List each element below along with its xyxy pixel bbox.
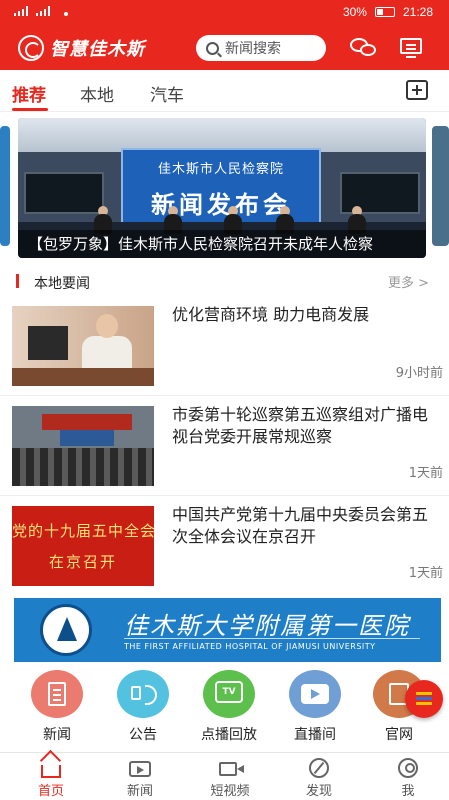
news-time: 1天前 bbox=[408, 566, 443, 581]
more-link[interactable]: 更多 > bbox=[388, 272, 429, 291]
news-title: 市委第十轮巡察第五巡察组对广播电视台党委开展常规巡察 bbox=[172, 405, 429, 446]
tv-icon: TV bbox=[203, 670, 255, 718]
quick-link-label: 公告 bbox=[129, 727, 157, 743]
featured-carousel[interactable]: 佳木斯市人民检察院 新闻发布会 【包罗万象】佳木斯市人民检察院召开未成年人检察 bbox=[18, 118, 426, 258]
tv-icon bbox=[127, 757, 153, 779]
carousel-banner-line1: 佳木斯市人民检察院 bbox=[157, 162, 284, 177]
news-thumbnail: 党的十九届五中全会 在京召开 bbox=[12, 506, 154, 586]
quick-link-label: 新闻 bbox=[43, 727, 71, 743]
signal-indicators bbox=[14, 6, 74, 16]
document-icon bbox=[31, 670, 83, 718]
logo-text: 智慧佳木斯 bbox=[50, 39, 145, 60]
hospital-logo-icon bbox=[40, 604, 92, 656]
quick-link-label: 点播回放 bbox=[201, 727, 257, 743]
nav-label: 短视频 bbox=[210, 784, 250, 799]
logo-mark-icon bbox=[18, 35, 44, 61]
search-placeholder: 新闻搜索 bbox=[225, 41, 281, 57]
news-time: 1天前 bbox=[408, 466, 443, 481]
bottom-navigation: 首页 新闻 短视频 发现 我 bbox=[0, 752, 449, 800]
nav-label: 我 bbox=[401, 784, 415, 799]
nav-home[interactable]: 首页 bbox=[16, 757, 86, 799]
chat-icon[interactable] bbox=[350, 36, 378, 60]
active-tab-indicator bbox=[12, 108, 48, 111]
nav-discover[interactable]: 发现 bbox=[284, 757, 354, 799]
carousel-caption: 【包罗万象】佳木斯市人民检察院召开未成年人检察 bbox=[18, 230, 426, 258]
news-item[interactable]: 优化营商环境 助力电商发展 9小时前 bbox=[0, 298, 449, 396]
video-icon bbox=[217, 757, 244, 779]
news-title: 优化营商环境 助力电商发展 bbox=[172, 305, 370, 324]
camera-icon bbox=[289, 670, 341, 718]
news-time: 9小时前 bbox=[395, 366, 443, 381]
search-box[interactable]: 新闻搜索 bbox=[196, 35, 326, 61]
thumbnail-text-line2: 在京召开 bbox=[48, 553, 117, 571]
news-title: 中国共产党第十九届中央委员会第五次全体会议在京召开 bbox=[172, 505, 429, 546]
add-channel-icon[interactable] bbox=[406, 80, 428, 100]
news-item[interactable]: 党的十九届五中全会 在京召开 中国共产党第十九届中央委员会第五次全体会议在京召开… bbox=[0, 498, 449, 596]
home-icon bbox=[38, 757, 64, 779]
quick-link-label: 官网 bbox=[385, 727, 413, 743]
signal-icon bbox=[36, 6, 52, 16]
hospital-ad-banner[interactable]: 佳木斯大学附属第一医院 THE FIRST AFFILIATED HOSPITA… bbox=[14, 598, 441, 662]
speaker-icon bbox=[117, 670, 169, 718]
tab-auto[interactable]: 汽车 bbox=[150, 81, 184, 106]
battery-percent: 30% bbox=[342, 5, 367, 19]
tab-local[interactable]: 本地 bbox=[80, 81, 114, 106]
screen-icon[interactable] bbox=[398, 36, 426, 60]
quick-link-live[interactable]: 直播间 bbox=[280, 670, 350, 744]
clock: 21:28 bbox=[402, 5, 433, 19]
local-news-header: 本地要闻 更多 > bbox=[0, 268, 449, 294]
news-thumbnail bbox=[12, 406, 154, 486]
app-header: 智慧佳木斯 新闻搜索 bbox=[0, 26, 449, 70]
section-accent-bar bbox=[16, 274, 19, 288]
carousel-prev-slide[interactable] bbox=[0, 126, 10, 246]
channel-tabs: 推荐 本地 汽车 bbox=[0, 70, 449, 112]
compass-icon bbox=[306, 757, 332, 779]
nav-label: 新闻 bbox=[126, 784, 153, 799]
carousel-next-slide[interactable] bbox=[432, 126, 449, 246]
search-icon bbox=[206, 41, 219, 55]
status-bar: 30% 21:28 bbox=[0, 0, 449, 26]
tab-recommend[interactable]: 推荐 bbox=[12, 81, 46, 106]
news-thumbnail bbox=[12, 306, 154, 386]
floating-menu-button[interactable] bbox=[405, 680, 443, 718]
section-title: 本地要闻 bbox=[34, 276, 90, 292]
nav-news[interactable]: 新闻 bbox=[105, 757, 175, 799]
nav-short-video[interactable]: 短视频 bbox=[195, 757, 265, 799]
battery-icon bbox=[374, 7, 395, 17]
wifi-icon bbox=[58, 6, 74, 16]
nav-me[interactable]: 我 bbox=[373, 757, 443, 799]
signal-icon bbox=[14, 6, 30, 16]
quick-link-news[interactable]: 新闻 bbox=[22, 670, 92, 744]
quick-link-replay[interactable]: TV 点播回放 bbox=[194, 670, 264, 744]
ad-name-cn: 佳木斯大学附属第一医院 bbox=[124, 612, 410, 640]
user-icon bbox=[395, 757, 421, 779]
quick-link-label: 直播间 bbox=[294, 727, 336, 743]
nav-label: 发现 bbox=[305, 784, 332, 799]
news-item[interactable]: 市委第十轮巡察第五巡察组对广播电视台党委开展常规巡察 1天前 bbox=[0, 398, 449, 496]
nav-label: 首页 bbox=[37, 784, 64, 799]
app-logo: 智慧佳木斯 bbox=[18, 35, 145, 61]
thumbnail-text-line1: 党的十九届五中全会 bbox=[12, 522, 154, 540]
quick-links: 新闻 公告 TV 点播回放 直播间 官网 bbox=[0, 670, 449, 748]
quick-link-notice[interactable]: 公告 bbox=[108, 670, 178, 744]
ad-name-en: THE FIRST AFFILIATED HOSPITAL OF JIAMUSI… bbox=[124, 642, 376, 651]
